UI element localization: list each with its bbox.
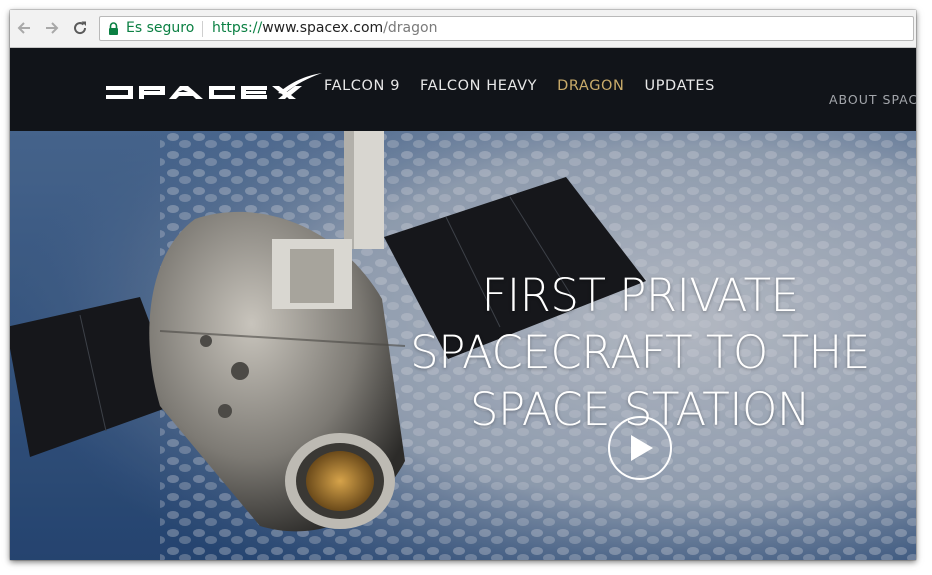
play-icon <box>631 435 653 461</box>
nav-updates[interactable]: UPDATES <box>645 78 715 102</box>
url-host: www.spacex.com <box>262 20 384 36</box>
omnibox-divider <box>202 21 203 37</box>
url-scheme: https:// <box>212 20 263 36</box>
url-path: /dragon <box>383 20 438 36</box>
hero-title: FIRST PRIVATE SPACECRAFT TO THE SPACE ST… <box>370 267 910 438</box>
hero-section: FIRST PRIVATE SPACECRAFT TO THE SPACE ST… <box>10 131 916 560</box>
security-label[interactable]: Es seguro <box>126 20 194 36</box>
hero-title-line: SPACECRAFT TO THE <box>410 326 870 380</box>
nav-falcon-9[interactable]: FALCON 9 <box>324 78 400 102</box>
site-header: FALCON 9 FALCON HEAVY DRAGON UPDATES ABO… <box>10 48 916 131</box>
browser-toolbar: Es seguro https://www.spacex.com/dragon <box>10 10 916 48</box>
reload-button[interactable] <box>69 17 91 39</box>
reload-icon <box>74 21 87 35</box>
nav-about[interactable]: ABOUT SPAC <box>829 92 916 107</box>
lock-icon <box>109 22 118 35</box>
browser-window: Es seguro https://www.spacex.com/dragon <box>10 10 916 560</box>
arrow-right-icon <box>46 22 59 34</box>
nav-dragon[interactable]: DRAGON <box>557 78 624 102</box>
back-button[interactable] <box>13 17 35 39</box>
spacex-logo-mark <box>106 73 322 99</box>
forward-button[interactable] <box>41 17 63 39</box>
address-bar[interactable]: Es seguro https://www.spacex.com/dragon <box>99 16 914 41</box>
main-nav: FALCON 9 FALCON HEAVY DRAGON UPDATES <box>324 78 735 102</box>
url-text[interactable]: https://www.spacex.com/dragon <box>212 20 437 36</box>
hero-title-line: FIRST PRIVATE <box>481 269 799 323</box>
arrow-left-icon <box>17 22 30 34</box>
nav-falcon-heavy[interactable]: FALCON HEAVY <box>420 78 537 102</box>
play-video-button[interactable] <box>608 416 672 480</box>
spacex-logo[interactable] <box>104 70 324 104</box>
